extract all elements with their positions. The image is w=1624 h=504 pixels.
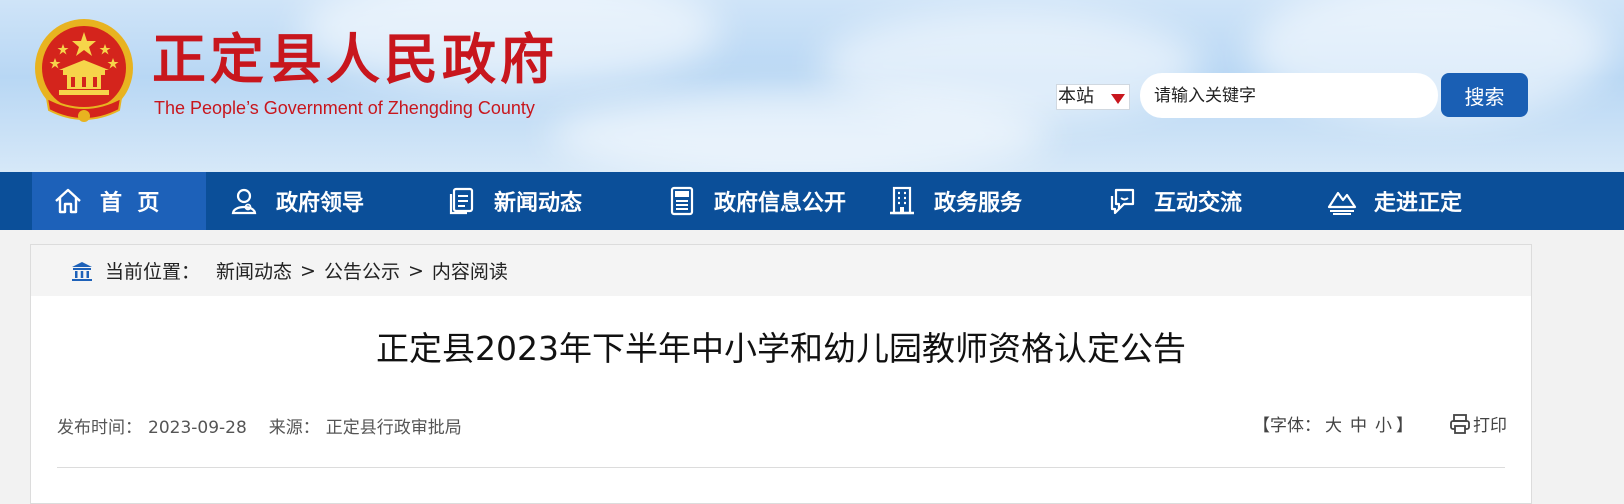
nav-item-news[interactable]: 新闻动态 [446,172,582,230]
landscape-icon [1326,185,1358,217]
nav-item-label: 政府信息公开 [714,191,847,216]
breadcrumb-link-notices[interactable]: 公告公示 [324,257,400,284]
document-stack-icon [446,185,478,217]
user-icon [228,185,260,217]
nav-item-label: 首 页 [100,191,160,216]
print-button[interactable]: 打印 [1449,411,1507,436]
nav-item-about[interactable]: 走进正定 [1326,172,1462,230]
breadcrumb-separator: > [407,259,424,282]
search-input[interactable] [1140,73,1438,118]
breadcrumb-link-news[interactable]: 新闻动态 [216,257,292,284]
dropdown-arrow-icon [1111,94,1125,104]
font-size-label-close: 】 [1396,416,1413,436]
breadcrumb-separator: > [300,259,316,282]
building-icon [886,185,918,217]
nav-item-home[interactable]: 首 页 [32,172,206,230]
newspaper-icon [666,185,698,217]
article-title: 正定县2023年下半年中小学和幼儿园教师资格认定公告 [376,329,1186,368]
nav-item-label: 互动交流 [1154,191,1243,216]
publish-date: 2023-09-28 [148,418,247,438]
chat-icon [1106,185,1138,217]
article-panel: 当前位置： 新闻动态 > 公告公示 > 内容阅读 正定县2023年下半年中小学和… [30,244,1532,504]
site-title: 正定县人民政府 [152,27,558,91]
cloud-decoration [550,90,1050,172]
search-button[interactable]: 搜索 [1441,73,1528,117]
source-label: 来源： [268,418,320,438]
article-meta: 发布时间： 2023-09-28 来源： 正定县行政审批局 [57,413,468,438]
site-subtitle: The People’s Government of Zhengding Cou… [154,98,535,118]
national-emblem-icon[interactable] [33,18,135,130]
article-tools: 【字体： 大 中 小 】 打印 [1253,411,1507,436]
government-building-icon [71,260,93,282]
nav-item-label: 新闻动态 [494,191,583,216]
font-size-label: 【字体： [1253,416,1321,436]
nav-item-interaction[interactable]: 互动交流 [1106,172,1242,230]
font-size-large[interactable]: 大 [1325,411,1342,436]
publish-time-label: 发布时间： [57,418,142,438]
nav-item-info-disclosure[interactable]: 政府信息公开 [666,172,846,230]
breadcrumb-label: 当前位置： [105,261,201,283]
home-icon [52,185,84,217]
font-size-medium[interactable]: 中 [1350,411,1367,436]
breadcrumb-current: 内容阅读 [431,261,508,283]
nav-item-label: 政府领导 [276,191,365,216]
printer-icon [1450,413,1470,434]
site-header: 正定县人民政府 The People’s Government of Zheng… [0,0,1624,172]
font-size-small[interactable]: 小 [1375,411,1392,436]
nav-item-leaders[interactable]: 政府领导 [228,172,364,230]
source-value: 正定县行政审批局 [325,418,462,438]
search-scope-select[interactable]: 本站 [1056,84,1130,110]
divider [57,467,1505,468]
print-label: 打印 [1473,416,1507,436]
nav-item-label: 走进正定 [1374,191,1463,216]
search-scope-value: 本站 [1058,86,1094,107]
main-nav: 首 页 政府领导 新闻动态 政府信息公开 政务服务 互动交流 走进正定 [0,172,1624,230]
nav-item-services[interactable]: 政务服务 [886,172,1022,230]
breadcrumb: 当前位置： 新闻动态 > 公告公示 > 内容阅读 [31,245,1531,296]
nav-item-label: 政务服务 [934,191,1023,216]
